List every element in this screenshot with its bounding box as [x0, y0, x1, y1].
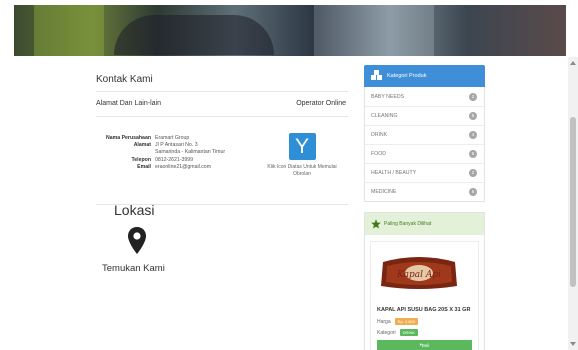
scroll-up-icon[interactable] [570, 61, 576, 65]
info-row: Nama Perusahaan Eramart Group [106, 135, 190, 141]
price-label: Harga [377, 318, 391, 325]
popular-panel-title: Paling Banyak Dilihat [384, 221, 432, 227]
popular-panel: Paling Banyak Dilihat Kapal Api KAPAL AP… [364, 212, 485, 350]
operator-caption: Klik Icon Diatas Untuk Memulai Obrolan [267, 164, 337, 177]
company-info-table: Nama Perusahaan Eramart Group Alamat Jl … [96, 135, 256, 178]
product-image[interactable]: Kapal Api [377, 248, 461, 292]
cubes-icon [371, 70, 382, 80]
count-badge: 5 [469, 150, 477, 158]
category-item-food[interactable]: FOOD 5 [365, 144, 484, 163]
category-item-drink[interactable]: DRINK 4 [365, 125, 484, 144]
location-section: Lokasi Temukan Kami [100, 202, 190, 274]
operator-heading: Operator Online [296, 100, 346, 107]
buy-button[interactable]: ▾ Beli [377, 340, 472, 350]
count-badge: 5 [469, 112, 477, 120]
count-badge: 2 [469, 169, 477, 177]
info-row: Alamat Jl P Antasari No. 3 [133, 142, 198, 149]
yahoo-messenger-icon[interactable]: Y [288, 133, 316, 160]
sidebar: Kategori Produk BABY NEEDS 2 CLEANING 5 … [364, 65, 485, 350]
count-badge: 2 [469, 92, 477, 101]
count-badge: 6 [469, 188, 477, 196]
divider [96, 91, 348, 92]
category-label: Kategori [377, 329, 396, 336]
product-name[interactable]: KAPAL API SUSU BAG 20S X 31 GR [377, 307, 472, 314]
category-item-cleaning[interactable]: CLEANING 5 [365, 106, 484, 125]
popular-panel-header: Paling Banyak Dilihat [365, 213, 484, 235]
category-item-medicine[interactable]: MEDICINE 6 [365, 182, 484, 201]
contact-section: Kontak Kami Alamat Dan Lain-lain Operato… [96, 74, 348, 205]
location-subtitle: Temukan Kami [102, 263, 165, 274]
category-panel-title: Kategori Produk [387, 73, 427, 79]
address-heading: Alamat Dan Lain-lain [96, 100, 161, 107]
divider [96, 116, 348, 117]
category-item-health-beauty[interactable]: HEALTH / BEAUTY 2 [365, 163, 484, 182]
category-badge[interactable]: DRINK [399, 329, 419, 336]
contact-title: Kontak Kami [96, 74, 153, 85]
info-row: Telepon 0812-2621-3999 [131, 156, 194, 163]
header-banner-image [14, 5, 566, 56]
operator-online: Y Klik Icon Diatas Untuk Memulai Obrolan [256, 133, 348, 178]
info-row: Samarinda - Kalimantan Timur [155, 149, 226, 156]
category-list: BABY NEEDS 2 CLEANING 5 DRINK 4 FOOD 5 H… [364, 87, 485, 202]
svg-text:Kapal Api: Kapal Api [396, 270, 441, 280]
count-badge: 4 [469, 131, 477, 139]
page-scrollbar[interactable] [568, 57, 578, 350]
category-panel-header: Kategori Produk [364, 65, 485, 87]
price-badge: Rp. 2,800 [394, 318, 418, 325]
category-item-baby-needs[interactable]: BABY NEEDS 2 [365, 87, 484, 106]
info-row: Email eraonline21@gmail.com [137, 163, 212, 170]
location-title: Lokasi [114, 202, 155, 218]
product-card[interactable]: Kapal Api KAPAL API SUSU BAG 20S X 31 GR… [370, 241, 479, 350]
map-marker-icon [128, 227, 146, 254]
scroll-down-icon[interactable] [570, 342, 576, 346]
scrollbar-thumb[interactable] [570, 117, 576, 287]
star-icon [371, 219, 381, 229]
